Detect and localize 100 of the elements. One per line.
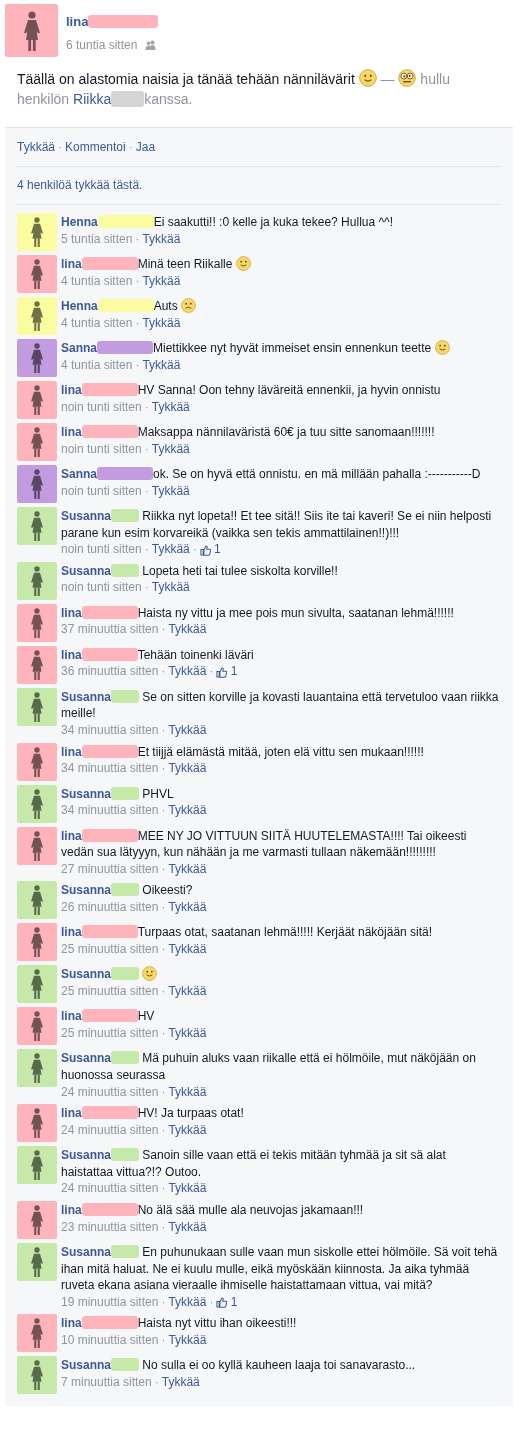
avatar[interactable]: [17, 339, 57, 377]
tagged-person-link[interactable]: Riikka: [73, 91, 112, 107]
separator-dot: ·: [161, 1181, 166, 1196]
author-link[interactable]: Susanna: [61, 1148, 111, 1163]
like-link[interactable]: Tykkää: [168, 899, 207, 914]
like-link[interactable]: Tykkää: [168, 861, 207, 876]
author-link[interactable]: lina: [61, 925, 82, 940]
redaction-bar: [81, 257, 138, 270]
like-link[interactable]: Tykkää: [151, 580, 190, 595]
avatar[interactable]: [17, 687, 57, 726]
avatar[interactable]: [17, 1146, 57, 1185]
person-figure-icon: [30, 1053, 44, 1084]
avatar[interactable]: [17, 1049, 57, 1088]
separator-dot: ·: [161, 1084, 166, 1099]
like-link[interactable]: Tykkää: [168, 1294, 207, 1309]
author-link[interactable]: lina: [61, 257, 82, 271]
avatar[interactable]: [17, 423, 57, 461]
author-link[interactable]: Susanna: [61, 563, 111, 578]
like-link[interactable]: Tykkää: [168, 1025, 207, 1040]
like-count-link[interactable]: 1: [216, 664, 238, 679]
avatar[interactable]: [17, 507, 57, 545]
like-link[interactable]: Tykkää: [151, 441, 190, 456]
author-link[interactable]: Susanna: [61, 1051, 111, 1066]
author-link[interactable]: Susanna: [61, 689, 111, 704]
separator-dot: ·: [161, 1122, 166, 1137]
avatar[interactable]: [17, 1242, 57, 1281]
avatar[interactable]: [17, 381, 57, 419]
like-link[interactable]: Tykkää: [161, 1374, 200, 1389]
author-link[interactable]: lina: [61, 1009, 82, 1024]
avatar[interactable]: [17, 965, 57, 1004]
avatar[interactable]: [17, 826, 57, 865]
avatar[interactable]: [5, 4, 58, 57]
like-link[interactable]: Tykkää: [151, 542, 190, 557]
like-link[interactable]: Tykkää: [142, 231, 181, 246]
author-link[interactable]: Sanna: [61, 467, 97, 481]
avatar[interactable]: [17, 742, 57, 781]
author-link[interactable]: lina: [61, 605, 82, 620]
redaction-bar: [97, 341, 153, 354]
like-link[interactable]: Tykkää: [168, 1332, 207, 1347]
author-link[interactable]: Susanna: [61, 1244, 111, 1259]
author-link[interactable]: Henna: [61, 299, 98, 313]
person-figure-icon: [30, 649, 44, 680]
action-link[interactable]: Kommentoi: [65, 140, 126, 154]
author-link[interactable]: lina: [61, 828, 82, 843]
like-link[interactable]: Tykkää: [151, 483, 190, 498]
author-link[interactable]: Susanna: [61, 1358, 111, 1373]
author-link[interactable]: Susanna: [61, 967, 111, 982]
author-link[interactable]: lina: [61, 383, 82, 397]
avatar[interactable]: [17, 881, 57, 920]
separator-dot: ·: [161, 1219, 166, 1234]
post-time: 6 tuntia sitten: [66, 36, 138, 54]
avatar[interactable]: [17, 923, 57, 962]
like-link[interactable]: Tykkää: [168, 803, 207, 818]
author-link[interactable]: Susanna: [61, 786, 111, 801]
like-link[interactable]: Tykkää: [168, 664, 207, 679]
likes-summary-link[interactable]: 4 henkilöä tykkää tästä.: [17, 178, 143, 192]
like-link[interactable]: Tykkää: [168, 1084, 207, 1099]
like-link[interactable]: Tykkää: [168, 941, 207, 956]
action-link[interactable]: Jaa: [135, 140, 156, 154]
like-link[interactable]: Tykkää: [142, 315, 181, 330]
avatar[interactable]: [17, 1356, 57, 1395]
like-link[interactable]: Tykkää: [142, 357, 181, 372]
avatar[interactable]: [17, 255, 57, 293]
avatar[interactable]: [17, 1314, 57, 1353]
author-link[interactable]: Sanna: [61, 341, 97, 355]
action-link[interactable]: Tykkää: [17, 140, 55, 154]
avatar[interactable]: [17, 645, 57, 684]
author-link[interactable]: Susanna: [61, 883, 111, 898]
author-link[interactable]: lina: [61, 1202, 82, 1217]
author-link[interactable]: lina: [66, 14, 89, 29]
author-link[interactable]: lina: [61, 647, 82, 662]
avatar[interactable]: [17, 561, 57, 600]
like-link[interactable]: Tykkää: [168, 1219, 207, 1234]
author-link[interactable]: lina: [61, 744, 82, 759]
avatar[interactable]: [17, 784, 57, 823]
author-link[interactable]: lina: [61, 1106, 82, 1121]
avatar[interactable]: [17, 297, 57, 335]
like-link[interactable]: Tykkää: [168, 722, 207, 737]
like-link[interactable]: Tykkää: [168, 1122, 207, 1137]
like-link[interactable]: Tykkää: [142, 273, 181, 288]
avatar[interactable]: [17, 465, 57, 503]
like-link[interactable]: Tykkää: [168, 983, 207, 998]
author-link[interactable]: Susanna: [61, 509, 111, 523]
avatar[interactable]: [17, 1104, 57, 1143]
like-count-link[interactable]: 1: [216, 1294, 238, 1309]
avatar[interactable]: [17, 1200, 57, 1239]
avatar[interactable]: [17, 603, 57, 642]
person-figure-icon: [22, 10, 41, 51]
author-link[interactable]: Henna: [61, 215, 98, 229]
like-link[interactable]: Tykkää: [168, 761, 207, 776]
avatar[interactable]: [17, 213, 57, 251]
like-link[interactable]: Tykkää: [151, 399, 190, 414]
avatar[interactable]: [17, 1007, 57, 1046]
comment-time: 7 minuuttia sitten: [61, 1374, 152, 1389]
like-count-link[interactable]: 1: [199, 542, 221, 557]
like-link[interactable]: Tykkää: [168, 622, 207, 637]
like-link[interactable]: Tykkää: [168, 1181, 207, 1196]
author-link[interactable]: lina: [61, 425, 82, 439]
author-link[interactable]: lina: [61, 1316, 82, 1331]
redaction-bar: [111, 967, 139, 981]
